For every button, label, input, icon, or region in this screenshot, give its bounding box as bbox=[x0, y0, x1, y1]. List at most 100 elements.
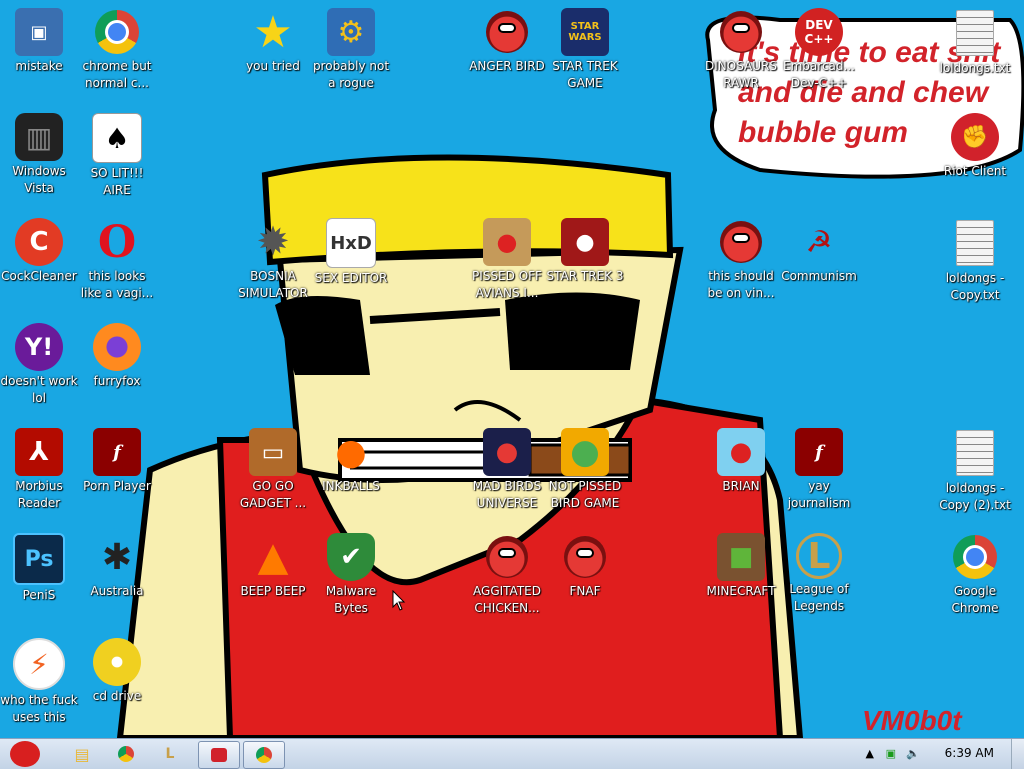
computer-icon: ▣ bbox=[15, 8, 63, 56]
desktop-icon-anger-bird[interactable]: ANGER BIRD bbox=[465, 8, 549, 75]
gears-icon: ⚙ bbox=[327, 8, 375, 56]
desktop-icon-opera[interactable]: O this looks like a vagi... bbox=[75, 217, 159, 302]
taskbar-chrome-window-button[interactable] bbox=[243, 741, 285, 769]
speech-line-3: bubble gum bbox=[738, 116, 908, 149]
angry-bird-icon bbox=[486, 536, 528, 578]
desktop-icon-cockcleaner[interactable]: C CockCleaner bbox=[0, 218, 81, 285]
desktop-icon-so-lit-aire[interactable]: ♠ SO LIT!!! AIRE bbox=[75, 113, 159, 199]
taskbar-league-button[interactable]: L bbox=[150, 741, 190, 767]
desktop-icon-loldongs-txt[interactable]: loldongs.txt bbox=[933, 8, 1017, 77]
show-desktop-button[interactable] bbox=[1011, 739, 1024, 769]
desktop-icon-google-chrome[interactable]: Google Chrome bbox=[933, 533, 1017, 617]
desktop-icon-dinosaurs-rawr[interactable]: DINOSAURS RAWR bbox=[699, 8, 783, 92]
cd-icon bbox=[93, 638, 141, 686]
desktop-icon-bosnia-simulator[interactable]: ✹ BOSNIA SIMULATOR bbox=[231, 218, 315, 302]
minecraft-icon: ■ bbox=[717, 533, 765, 581]
desktop-icon-communism[interactable]: ☭ Communism bbox=[777, 218, 861, 285]
desktop-icon-sex-editor[interactable]: HxD SEX EDITOR bbox=[309, 218, 393, 287]
desktop-icon-riot-client[interactable]: ✊ Riot Client bbox=[933, 113, 1017, 180]
start-button[interactable] bbox=[2, 741, 48, 767]
flash-icon: f bbox=[93, 428, 141, 476]
desktop-icon-mistake[interactable]: ▣ mistake bbox=[0, 8, 81, 75]
star-icon: ★ bbox=[253, 6, 293, 58]
chrome-icon bbox=[95, 10, 139, 54]
chrome-icon bbox=[953, 535, 997, 579]
hxd-icon: HxD bbox=[326, 218, 376, 268]
desktop-icon-malware-bytes[interactable]: ✔ Malware Bytes bbox=[309, 533, 393, 617]
desktop-icon-go-go-gadget[interactable]: ▭ GO GO GADGET ... bbox=[231, 428, 315, 512]
firefox-icon bbox=[93, 323, 141, 371]
desktop-icon-dev-cpp[interactable]: DEV C++ Embarcad... Dev-C++ bbox=[777, 8, 861, 92]
network-icon[interactable]: ▣ bbox=[886, 747, 896, 760]
briefcase-icon: ▭ bbox=[249, 428, 297, 476]
shield-check-icon: ✔ bbox=[327, 533, 375, 581]
devcpp-icon: DEV C++ bbox=[795, 8, 843, 56]
inkball-icon: ● bbox=[335, 431, 367, 473]
trash-icon: ▥ bbox=[15, 113, 63, 161]
desktop-icon-star-trek-3[interactable]: ● STAR TREK 3 bbox=[543, 218, 627, 285]
mouse-cursor-icon bbox=[392, 590, 406, 611]
desktop-icon-inkballs[interactable]: ● INKBALLS bbox=[309, 428, 393, 495]
photoshop-icon: Ps bbox=[13, 533, 65, 585]
desktop-icon-aggitated-chicken[interactable]: AGGITATED CHICKEN... bbox=[465, 533, 549, 617]
clock[interactable]: 6:39 AM bbox=[945, 746, 994, 760]
desktop-icon-this-should-be-on-vin[interactable]: this should be on vin... bbox=[699, 218, 783, 302]
desktop-icon-penis[interactable]: Ps PeniS bbox=[0, 533, 81, 604]
desktop-icon-doesnt-work-lol[interactable]: Y! doesn't work lol bbox=[0, 323, 81, 407]
angry-bird-icon bbox=[720, 221, 762, 263]
taskbar-riot-button[interactable] bbox=[198, 741, 240, 769]
desktop-icon-loldongs-copy-2-txt[interactable]: loldongs - Copy (2).txt bbox=[933, 428, 1017, 514]
cards-icon: ♠ bbox=[92, 113, 142, 163]
desktop-icon-loldongs-copy-txt[interactable]: loldongs - Copy.txt bbox=[933, 218, 1017, 304]
desktop-icon-australia[interactable]: ✱ Australia bbox=[75, 533, 159, 600]
taskbar-explorer-button[interactable]: ▤ bbox=[62, 741, 102, 767]
angry-bird-icon bbox=[720, 11, 762, 53]
desktop-icon-morbius-reader[interactable]: ⅄ Morbius Reader bbox=[0, 428, 81, 512]
star-wars-bird-icon: ● bbox=[561, 218, 609, 266]
artist-signature: VM0b0t bbox=[862, 705, 963, 736]
tray-overflow-icon[interactable]: ▲ bbox=[866, 747, 874, 760]
star-wars-bird-icon: STAR WARS bbox=[561, 8, 609, 56]
desktop: it's time to eat shit and die and chew b… bbox=[0, 0, 1024, 738]
angry-bird-icon bbox=[486, 11, 528, 53]
desktop-icon-who-the-fuck-uses-this[interactable]: ⚡ who the fuck uses this bbox=[0, 638, 81, 726]
taskbar: ▤ L ▲ ▣ 🔈 6:39 AM bbox=[0, 738, 1024, 769]
desktop-icon-pissed-off-avians[interactable]: ● PISSED OFF AVIANS I... bbox=[465, 218, 549, 302]
riot-icon bbox=[211, 748, 227, 762]
desktop-icon-minecraft[interactable]: ■ MINECRAFT bbox=[699, 533, 783, 600]
desktop-icon-chrome-but-normal[interactable]: chrome but normal c... bbox=[75, 8, 159, 92]
desktop-icon-mad-birds-universe[interactable]: ● MAD BIRDS UNIVERSE bbox=[465, 428, 549, 512]
league-icon: L bbox=[796, 533, 842, 579]
desktop-icon-brian[interactable]: ● BRIAN bbox=[699, 428, 783, 495]
space-bird-icon: ● bbox=[483, 428, 531, 476]
communism-icon: ☭ bbox=[805, 224, 833, 260]
desktop-icon-star-trek-game[interactable]: STAR WARS STAR TREK GAME bbox=[543, 8, 627, 92]
ccleaner-icon: C bbox=[15, 218, 63, 266]
volume-icon[interactable]: 🔈 bbox=[906, 747, 920, 760]
desktop-icon-windows-vista[interactable]: ▥ Windows Vista bbox=[0, 113, 81, 197]
chrome-icon bbox=[256, 747, 272, 763]
taskbar-chrome-button[interactable] bbox=[106, 741, 146, 767]
chrome-icon bbox=[118, 746, 134, 762]
acrobat-icon: ⅄ bbox=[15, 428, 63, 476]
desktop-icon-probably-not-a-rogue[interactable]: ⚙ probably not a rogue bbox=[309, 8, 393, 92]
pig-icon: ● bbox=[561, 428, 609, 476]
riot-icon: ✊ bbox=[951, 113, 999, 161]
angry-bird-icon bbox=[564, 536, 606, 578]
spider-icon: ✱ bbox=[101, 536, 133, 578]
seasons-bird-icon: ● bbox=[483, 218, 531, 266]
desktop-icon-furryfox[interactable]: furryfox bbox=[75, 323, 159, 390]
desktop-icon-cd-drive[interactable]: cd drive bbox=[75, 638, 159, 705]
desktop-icon-porn-player[interactable]: f Porn Player bbox=[75, 428, 159, 495]
desktop-icon-yay-journalism[interactable]: f yay journalism bbox=[777, 428, 861, 512]
desktop-icon-fnaf[interactable]: FNAF bbox=[543, 533, 627, 600]
desktop-icon-beep-beep[interactable]: ▲ BEEP BEEP bbox=[231, 533, 315, 600]
desktop-icon-league-of-legends[interactable]: L League of Legends bbox=[777, 533, 861, 615]
flash-icon: f bbox=[795, 428, 843, 476]
vlc-icon: ▲ bbox=[257, 534, 289, 580]
desktop-icon-not-pissed-bird-game[interactable]: ● NOT PISSED BIRD GAME bbox=[543, 428, 627, 512]
text-file-icon bbox=[956, 10, 994, 56]
text-file-icon bbox=[956, 430, 994, 476]
league-icon: L bbox=[165, 746, 175, 762]
desktop-icon-you-tried[interactable]: ★ you tried bbox=[231, 6, 315, 75]
